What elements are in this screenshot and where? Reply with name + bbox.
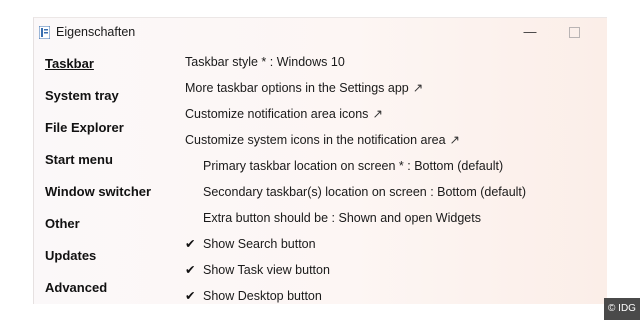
app-icon — [39, 26, 50, 39]
checkmark-icon: ✔ — [185, 237, 196, 251]
taskbar-style-setting[interactable]: Taskbar style * : Windows 10 — [185, 54, 607, 80]
extra-button-setting[interactable]: Extra button should be : Shown and open … — [185, 210, 607, 236]
sidebar-item-updates[interactable]: Updates — [45, 248, 185, 280]
window-title: Eigenschaften — [56, 25, 136, 39]
maximize-button[interactable] — [569, 27, 580, 38]
settings-list: Taskbar style * : Windows 10 More taskba… — [185, 54, 607, 304]
more-taskbar-options-link[interactable]: More taskbar options in the Settings app… — [185, 80, 607, 106]
show-desktop-button-toggle[interactable]: ✔ Show Desktop button — [185, 288, 607, 304]
sidebar-item-start-menu[interactable]: Start menu — [45, 152, 185, 184]
customize-system-icons-link[interactable]: Customize system icons in the notificati… — [185, 132, 607, 158]
sidebar-item-advanced[interactable]: Advanced — [45, 280, 185, 304]
customize-notification-icons-link[interactable]: Customize notification area icons ↗ — [185, 106, 607, 132]
show-task-view-button-toggle[interactable]: ✔ Show Task view button — [185, 262, 607, 288]
sidebar-item-system-tray[interactable]: System tray — [45, 88, 185, 120]
external-link-icon: ↗ — [412, 81, 424, 95]
copyright-watermark: © IDG — [604, 298, 640, 320]
sidebar-item-other[interactable]: Other — [45, 216, 185, 248]
primary-taskbar-location-setting[interactable]: Primary taskbar location on screen * : B… — [185, 158, 607, 184]
sidebar-item-taskbar[interactable]: Taskbar — [45, 56, 185, 88]
checkmark-icon: ✔ — [185, 263, 196, 277]
checkmark-icon: ✔ — [185, 289, 196, 303]
external-link-icon: ↗ — [449, 133, 461, 147]
secondary-taskbar-location-setting[interactable]: Secondary taskbar(s) location on screen … — [185, 184, 607, 210]
show-search-button-toggle[interactable]: ✔ Show Search button — [185, 236, 607, 262]
minimize-button[interactable]: — — [523, 25, 537, 39]
title-bar: Eigenschaften — — [34, 18, 607, 48]
external-link-icon: ↗ — [372, 107, 383, 121]
sidebar: Taskbar System tray File Explorer Start … — [45, 56, 185, 304]
sidebar-item-file-explorer[interactable]: File Explorer — [45, 120, 185, 152]
properties-window: Eigenschaften — Taskbar System tray File… — [33, 17, 607, 304]
sidebar-item-window-switcher[interactable]: Window switcher — [45, 184, 185, 216]
